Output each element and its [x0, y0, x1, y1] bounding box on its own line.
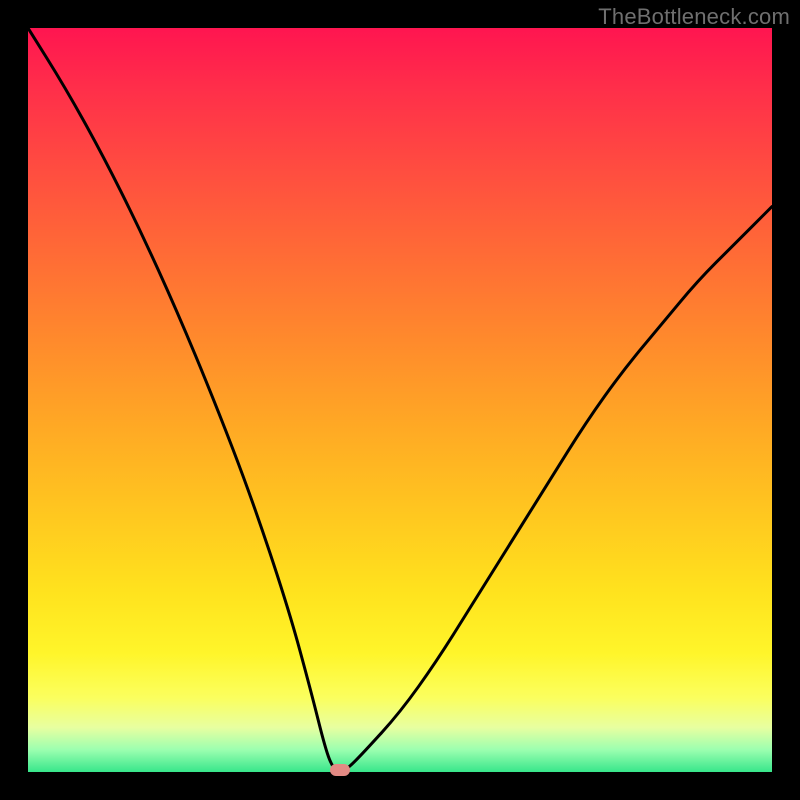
minimum-marker: [330, 764, 350, 776]
plot-area: [28, 28, 772, 772]
watermark-text: TheBottleneck.com: [598, 4, 790, 30]
chart-frame: TheBottleneck.com: [0, 0, 800, 800]
bottleneck-curve: [28, 28, 772, 772]
